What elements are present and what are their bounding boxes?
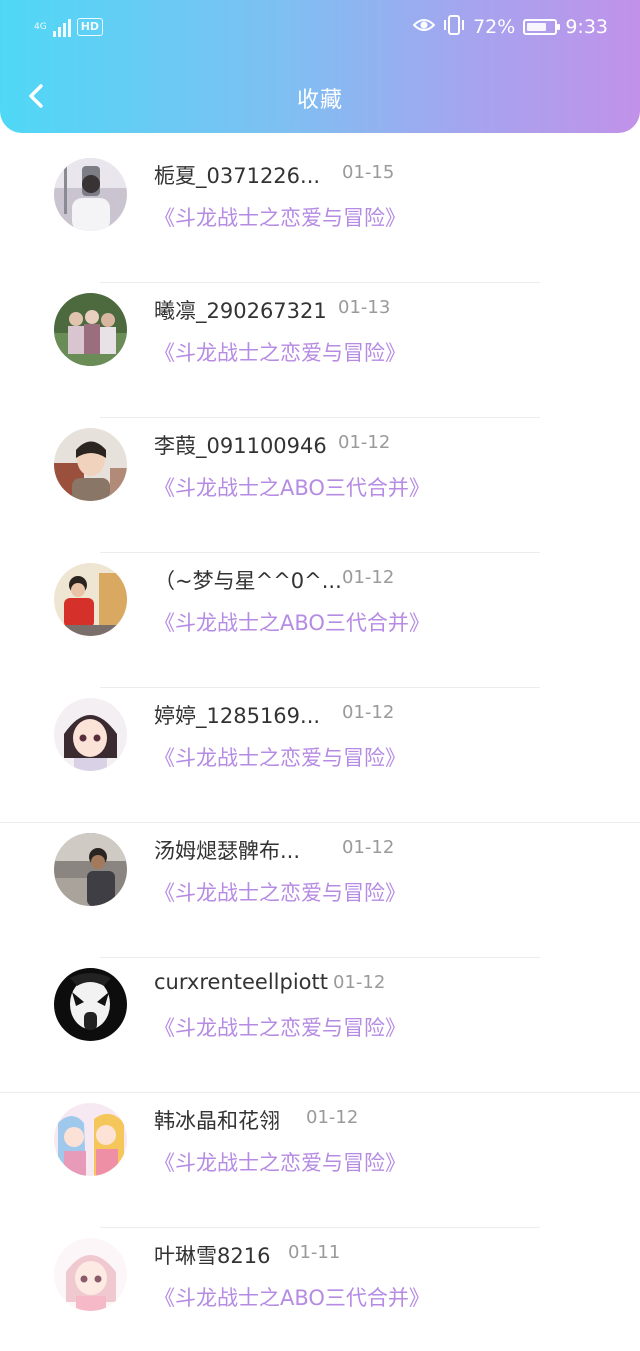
clock: 9:33 [565,16,608,38]
signal-icon [52,17,71,37]
list-item[interactable]: （~梦与星^^0^... 01-12 《斗龙战士之ABO三代合并》 [0,553,640,688]
story-title-link[interactable]: 《斗龙战士之ABO三代合并》 [154,472,430,502]
battery-icon [523,19,561,35]
username[interactable]: 汤姆煺瑟髀布... [154,835,300,865]
avatar[interactable] [54,293,127,366]
date: 01-11 [288,1242,341,1263]
username[interactable]: 李葭_091100946 [154,430,327,460]
story-title-link[interactable]: 《斗龙战士之ABO三代合并》 [154,1282,430,1312]
date: 01-15 [342,162,395,183]
hd-badge: HD [76,18,104,36]
vibrate-icon [443,14,465,40]
list-item[interactable]: 栀夏_0371226... 01-15 《斗龙战士之恋爱与冒险》 [0,148,640,283]
avatar[interactable] [54,1103,127,1176]
date: 01-12 [342,702,395,723]
story-title-link[interactable]: 《斗龙战士之ABO三代合并》 [154,607,430,637]
avatar[interactable] [54,1238,127,1311]
list-item[interactable]: 李葭_091100946 01-12 《斗龙战士之ABO三代合并》 [0,418,640,553]
network-type: 4G [34,21,47,32]
list-item[interactable]: 韩冰晶和花翎 01-12 《斗龙战士之恋爱与冒险》 [0,1093,640,1228]
story-title-link[interactable]: 《斗龙战士之恋爱与冒险》 [154,202,406,232]
avatar[interactable] [54,698,127,771]
list-item[interactable]: curxrenteellpiott 01-12 《斗龙战士之恋爱与冒险》 [0,958,640,1093]
story-title-link[interactable]: 《斗龙战士之恋爱与冒险》 [154,337,406,367]
story-title-link[interactable]: 《斗龙战士之恋爱与冒险》 [154,1012,406,1042]
story-title-link[interactable]: 《斗龙战士之恋爱与冒险》 [154,877,406,907]
avatar[interactable] [54,428,127,501]
date: 01-12 [342,837,395,858]
list-item[interactable]: 曦凛_290267321 01-13 《斗龙战士之恋爱与冒险》 [0,283,640,418]
date: 01-12 [306,1107,359,1128]
eye-icon [412,16,436,38]
list-item[interactable]: 婷婷_1285169... 01-12 《斗龙战士之恋爱与冒险》 [0,688,640,823]
username[interactable]: （~梦与星^^0^... [154,565,342,595]
battery-percent: 72% [473,16,516,38]
list-item[interactable]: 叶琳雪8216 01-11 《斗龙战士之ABO三代合并》 [0,1228,640,1351]
app-root: 4G HD 72% 9:33 收藏 栀夏_0371226... 01-15 《斗… [0,0,640,1351]
username[interactable]: 曦凛_290267321 [154,295,327,325]
date: 01-12 [338,432,391,453]
page-title: 收藏 [296,88,343,113]
status-bar: 4G HD 72% 9:33 [0,0,640,56]
story-title-link[interactable]: 《斗龙战士之恋爱与冒险》 [154,742,406,772]
avatar[interactable] [54,563,127,636]
header: 4G HD 72% 9:33 收藏 [0,0,640,133]
list-item[interactable]: 汤姆煺瑟髀布... 01-12 《斗龙战士之恋爱与冒险》 [0,823,640,958]
username[interactable]: 叶琳雪8216 [154,1240,270,1270]
avatar[interactable] [54,968,127,1041]
username[interactable]: 婷婷_1285169... [154,700,320,730]
avatar[interactable] [54,158,127,231]
date: 01-12 [333,972,386,993]
date: 01-12 [342,567,395,588]
avatar[interactable] [54,833,127,906]
story-title-link[interactable]: 《斗龙战士之恋爱与冒险》 [154,1147,406,1177]
username[interactable]: 栀夏_0371226... [154,160,320,190]
status-right: 72% 9:33 [412,14,608,40]
username[interactable]: curxrenteellpiott [154,970,328,994]
status-left: 4G HD [34,14,104,40]
navbar: 收藏 [0,64,640,128]
username[interactable]: 韩冰晶和花翎 [154,1105,280,1135]
favorites-list: 栀夏_0371226... 01-15 《斗龙战士之恋爱与冒险》 曦凛_2902… [0,148,640,1351]
date: 01-13 [338,297,391,318]
